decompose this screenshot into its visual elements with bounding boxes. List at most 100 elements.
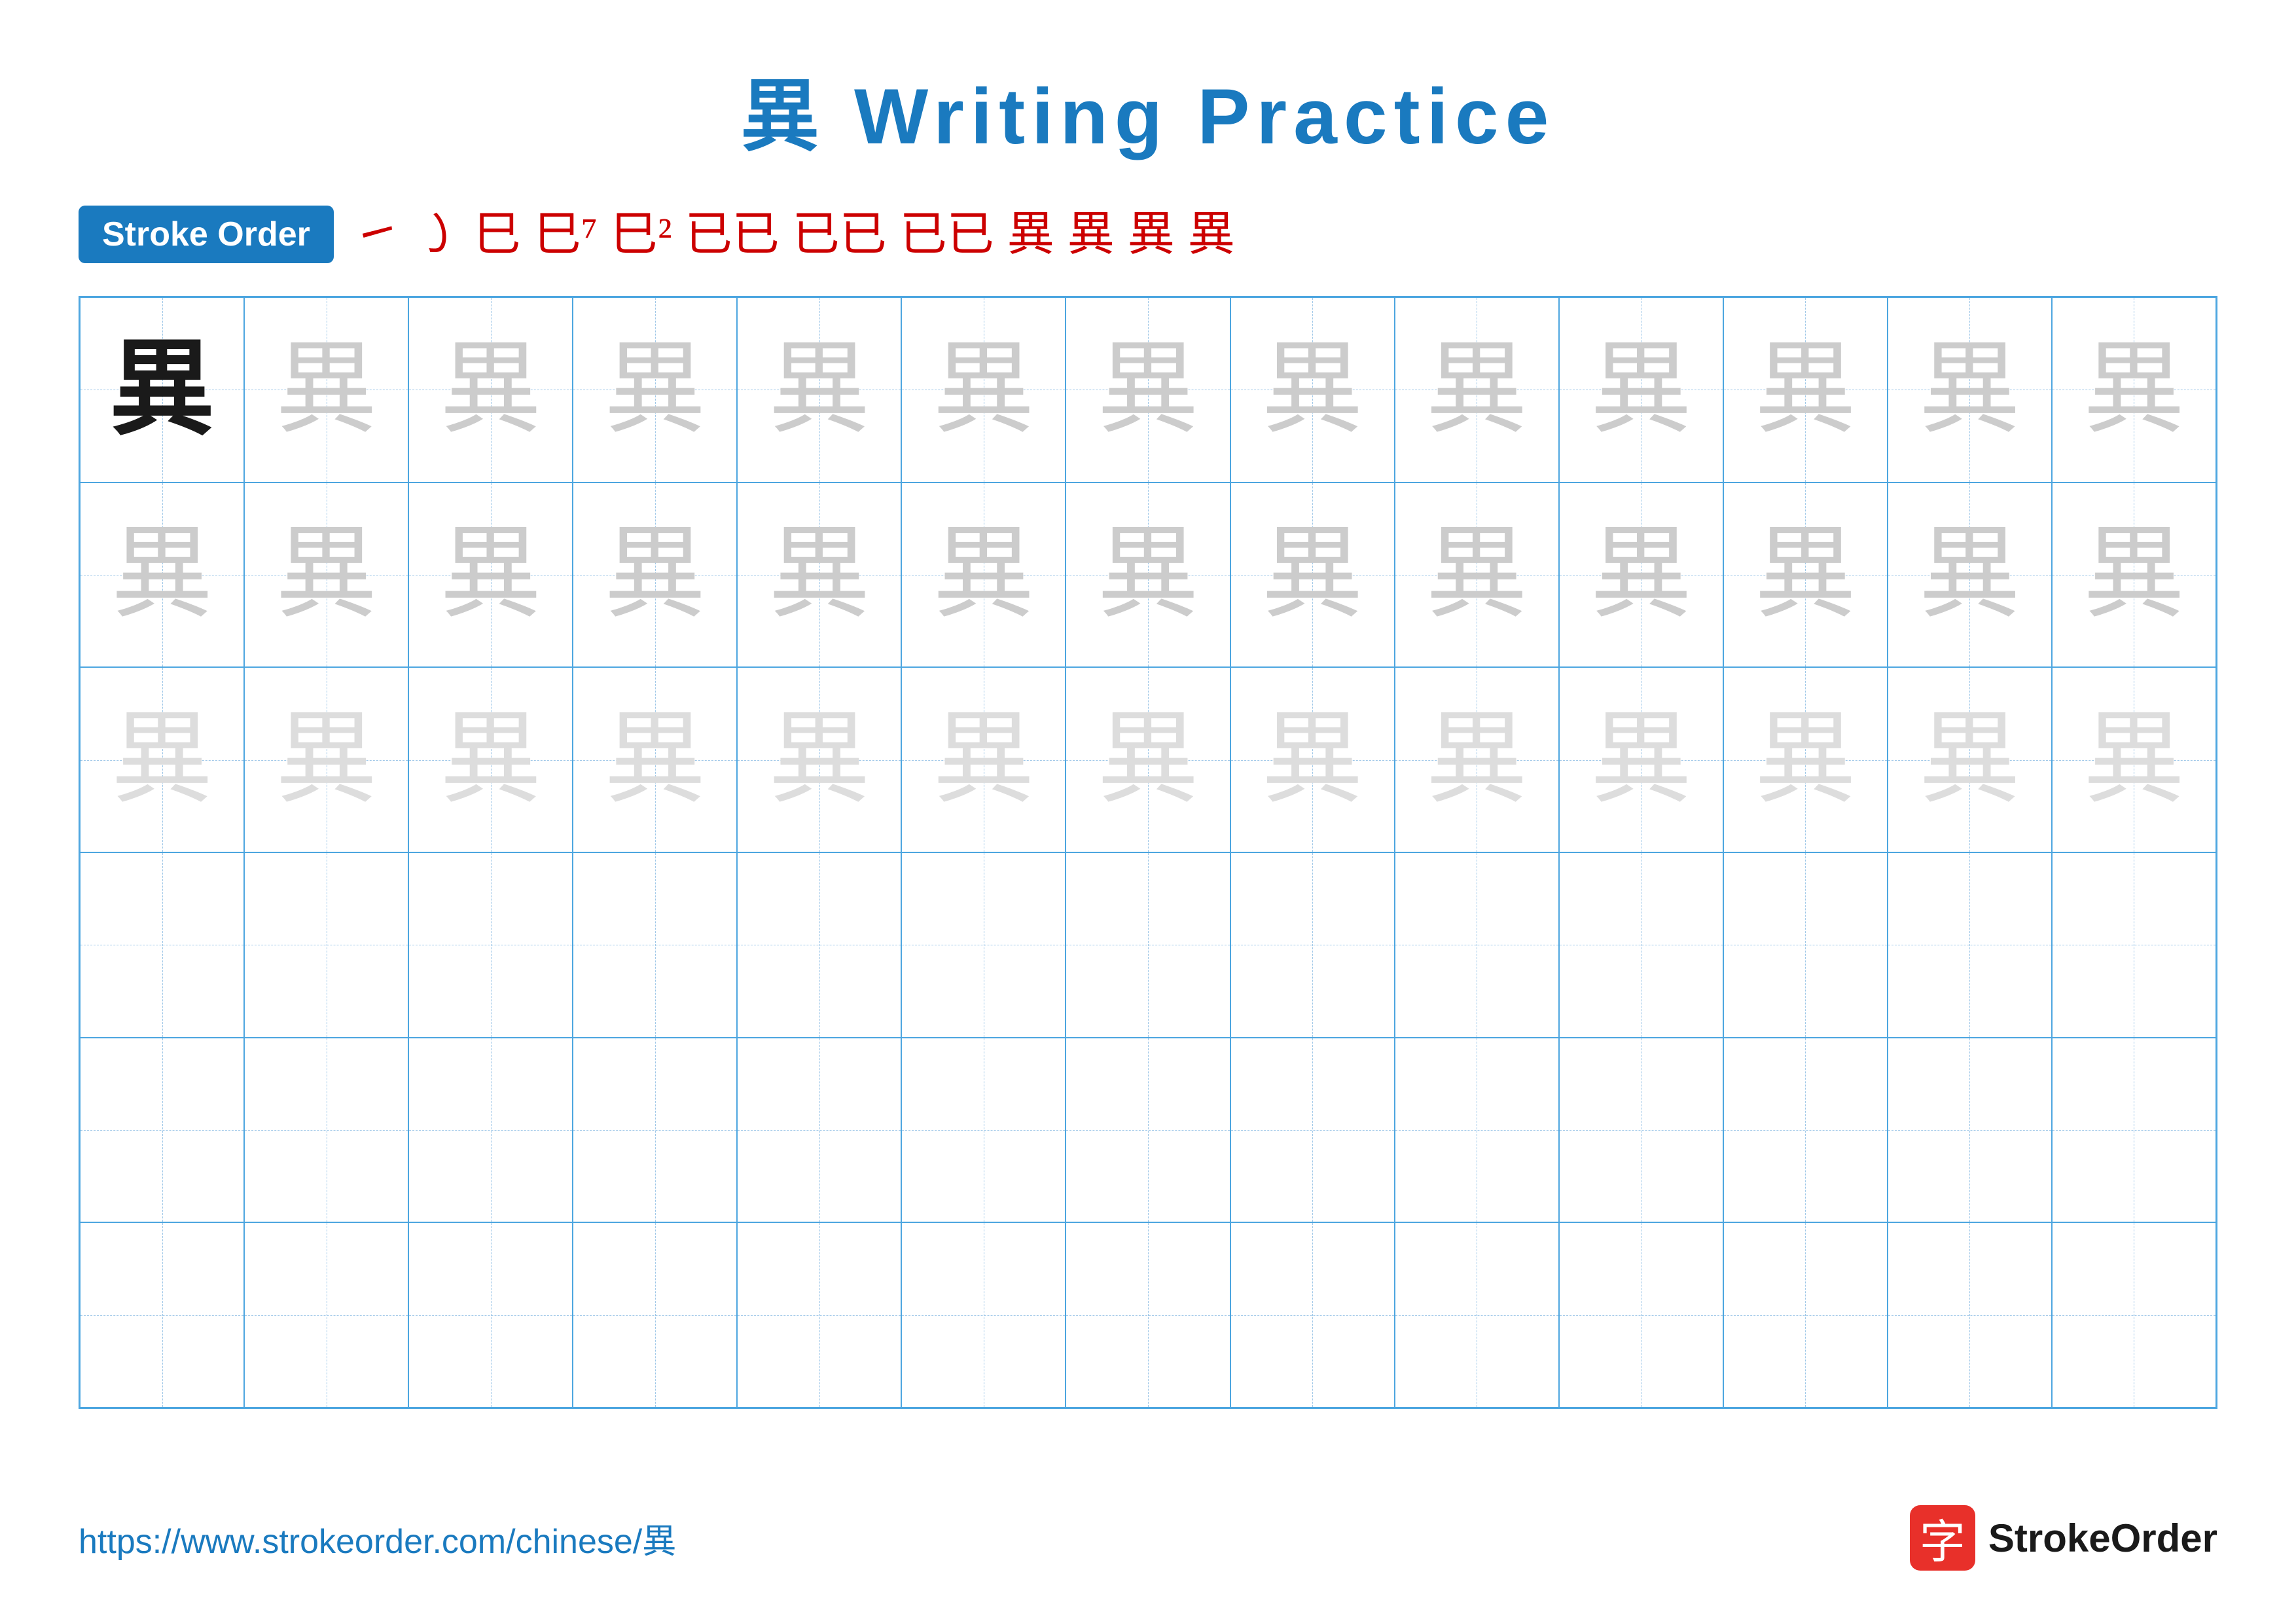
grid-cell[interactable]	[573, 1222, 737, 1408]
grid-cell[interactable]	[244, 1222, 408, 1408]
stroke-step-6: 已已	[685, 211, 780, 258]
grid-cell[interactable]	[244, 1038, 408, 1223]
grid-cell[interactable]	[1559, 852, 1723, 1038]
practice-char: 異	[110, 337, 215, 442]
grid-cell[interactable]	[1559, 1222, 1723, 1408]
grid-cell[interactable]: 異	[1559, 667, 1723, 852]
grid-cell[interactable]	[1888, 1222, 2052, 1408]
grid-cell[interactable]: 異	[573, 667, 737, 852]
grid-cell[interactable]	[1395, 852, 1559, 1038]
grid-cell[interactable]	[1395, 1222, 1559, 1408]
grid-cell[interactable]: 異	[1559, 483, 1723, 668]
practice-char: 異	[1590, 709, 1692, 811]
grid-cell[interactable]	[244, 852, 408, 1038]
grid-cell[interactable]	[408, 1038, 573, 1223]
stroke-step-7: 已已	[793, 211, 887, 258]
grid-cell[interactable]	[1888, 1038, 2052, 1223]
grid-cell[interactable]	[80, 1222, 244, 1408]
grid-cell[interactable]	[80, 1038, 244, 1223]
grid-cell[interactable]: 異	[1395, 483, 1559, 668]
grid-cell[interactable]: 異	[737, 667, 901, 852]
grid-cell[interactable]: 異	[1888, 297, 2052, 483]
practice-char: 異	[604, 709, 706, 811]
grid-cell[interactable]	[1066, 852, 1230, 1038]
grid-cell[interactable]: 異	[244, 667, 408, 852]
practice-char: 異	[2083, 524, 2185, 625]
grid-cell[interactable]: 異	[1723, 297, 1888, 483]
grid-cell[interactable]: 異	[901, 297, 1066, 483]
grid-cell[interactable]	[737, 1222, 901, 1408]
stroke-step-5: 巳²	[611, 211, 672, 258]
grid-cell[interactable]	[2052, 852, 2216, 1038]
grid-cell[interactable]	[737, 852, 901, 1038]
practice-char: 異	[1097, 339, 1198, 441]
grid-cell[interactable]: 異	[737, 483, 901, 668]
grid-cell[interactable]: 異	[2052, 667, 2216, 852]
grid-cell[interactable]	[408, 852, 573, 1038]
grid-cell[interactable]: 異	[1230, 667, 1395, 852]
grid-cell[interactable]: 異	[901, 483, 1066, 668]
practice-char: 異	[276, 524, 377, 625]
grid-cell[interactable]	[901, 1038, 1066, 1223]
grid-cell[interactable]	[573, 852, 737, 1038]
grid-cell[interactable]: 異	[80, 483, 244, 668]
practice-char: 異	[1590, 524, 1692, 625]
grid-cell[interactable]: 異	[1395, 667, 1559, 852]
grid-cell[interactable]: 異	[1888, 483, 2052, 668]
stroke-step-1: ㇀	[353, 211, 401, 258]
grid-cell[interactable]: 異	[408, 667, 573, 852]
grid-cell[interactable]	[737, 1038, 901, 1223]
practice-char: 異	[2083, 709, 2185, 811]
grid-cell[interactable]	[80, 852, 244, 1038]
grid-cell[interactable]: 異	[408, 483, 573, 668]
grid-cell[interactable]	[1230, 1038, 1395, 1223]
practice-char: 異	[1097, 524, 1198, 625]
grid-cell[interactable]	[901, 1222, 1066, 1408]
grid-cell[interactable]	[1230, 1222, 1395, 1408]
grid-cell[interactable]	[2052, 1222, 2216, 1408]
grid-cell[interactable]: 異	[1559, 297, 1723, 483]
grid-cell[interactable]: 異	[737, 297, 901, 483]
practice-char: 異	[440, 339, 541, 441]
grid-cell[interactable]: 異	[1066, 667, 1230, 852]
grid-cell[interactable]: 異	[1066, 483, 1230, 668]
grid-cell[interactable]: 異	[901, 667, 1066, 852]
grid-cell[interactable]: 異	[80, 297, 244, 483]
practice-grid[interactable]: 異異異異異異異異異異異異異異異異異異異異異異異異異異異異異異異異異異異異異異異	[79, 296, 2217, 1409]
grid-cell[interactable]	[2052, 1038, 2216, 1223]
grid-cell[interactable]: 異	[1066, 297, 1230, 483]
grid-cell[interactable]	[1559, 1038, 1723, 1223]
practice-char: 異	[1755, 524, 1856, 625]
practice-char: 異	[933, 339, 1034, 441]
grid-cell[interactable]	[1066, 1222, 1230, 1408]
grid-cell[interactable]: 異	[1395, 297, 1559, 483]
footer-url[interactable]: https://www.strokeorder.com/chinese/異	[79, 1514, 676, 1563]
grid-cell[interactable]: 異	[244, 297, 408, 483]
grid-cell[interactable]: 異	[80, 667, 244, 852]
grid-cell[interactable]: 異	[1723, 483, 1888, 668]
grid-cell[interactable]: 異	[573, 483, 737, 668]
grid-cell[interactable]	[1723, 1222, 1888, 1408]
grid-cell[interactable]: 異	[1723, 667, 1888, 852]
grid-cell[interactable]	[901, 852, 1066, 1038]
grid-cell[interactable]: 異	[1230, 483, 1395, 668]
practice-char: 異	[1262, 524, 1363, 625]
grid-cell[interactable]	[408, 1222, 573, 1408]
grid-cell[interactable]: 異	[244, 483, 408, 668]
grid-cell[interactable]: 異	[408, 297, 573, 483]
practice-char: 異	[440, 524, 541, 625]
practice-char: 異	[1755, 339, 1856, 441]
grid-cell[interactable]	[1888, 852, 2052, 1038]
grid-cell[interactable]	[1723, 1038, 1888, 1223]
grid-cell[interactable]: 異	[2052, 483, 2216, 668]
grid-cell[interactable]	[573, 1038, 737, 1223]
grid-cell[interactable]: 異	[2052, 297, 2216, 483]
grid-cell[interactable]	[1395, 1038, 1559, 1223]
grid-cell[interactable]: 異	[1888, 667, 2052, 852]
grid-cell[interactable]	[1066, 1038, 1230, 1223]
grid-cell[interactable]	[1230, 852, 1395, 1038]
grid-cell[interactable]: 異	[573, 297, 737, 483]
stroke-step-3: 巳	[474, 211, 521, 258]
grid-cell[interactable]	[1723, 852, 1888, 1038]
grid-cell[interactable]: 異	[1230, 297, 1395, 483]
